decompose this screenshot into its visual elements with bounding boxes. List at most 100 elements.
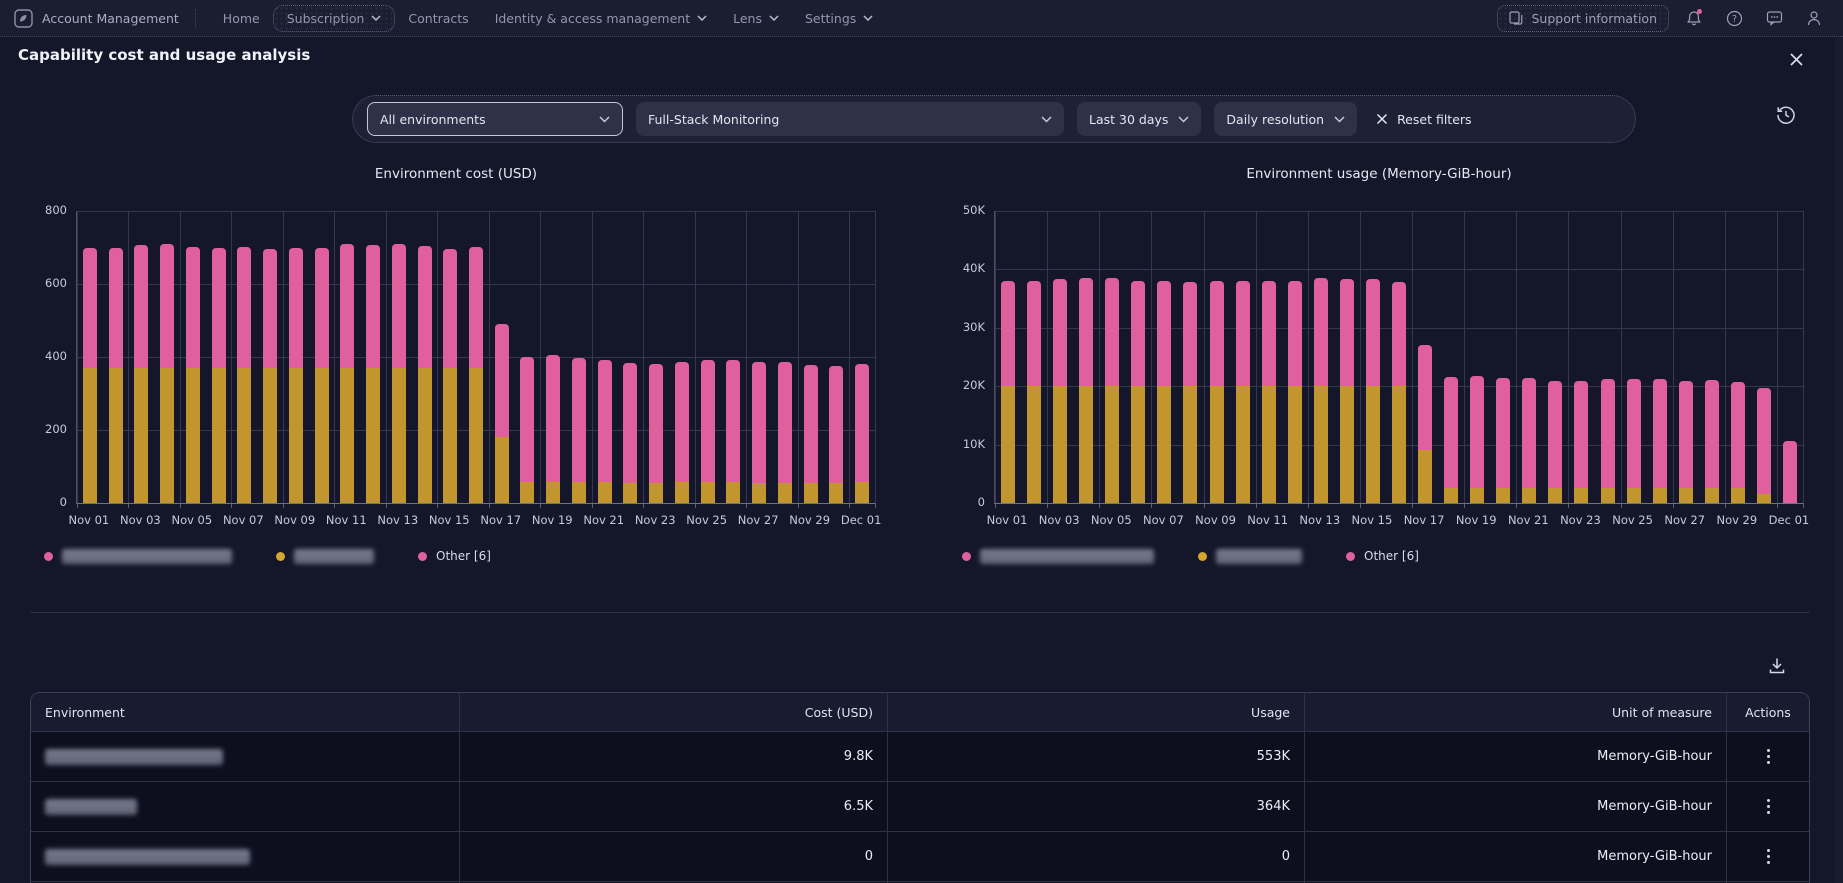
bar-segment[interactable] — [1339, 386, 1354, 503]
bar-segment[interactable] — [1574, 487, 1589, 503]
bar-segment[interactable] — [1105, 386, 1120, 503]
nav-item-subscription[interactable]: Subscription — [272, 4, 396, 32]
bar-segment[interactable] — [623, 363, 638, 483]
bar-segment[interactable] — [1600, 487, 1615, 503]
bar-segment[interactable] — [520, 357, 535, 482]
bar-segment[interactable] — [1470, 375, 1485, 488]
bar-segment[interactable] — [1626, 487, 1641, 503]
bar-segment[interactable] — [1131, 386, 1146, 503]
bar-segment[interactable] — [1600, 378, 1615, 488]
brand[interactable]: Account Management — [0, 8, 195, 28]
bar-segment[interactable] — [1183, 282, 1198, 387]
bar-segment[interactable] — [1027, 281, 1042, 387]
bar-segment[interactable] — [1392, 386, 1406, 503]
bar-segment[interactable] — [1365, 279, 1380, 387]
bar-segment[interactable] — [134, 244, 149, 368]
bar-segment[interactable] — [752, 482, 767, 503]
bar-segment[interactable] — [443, 248, 458, 368]
bar-segment[interactable] — [108, 247, 123, 368]
bar-segment[interactable] — [1365, 386, 1380, 503]
vertical-scrollbar[interactable] — [1835, 37, 1843, 883]
bar-segment[interactable] — [82, 367, 97, 503]
bar-segment[interactable] — [1157, 386, 1172, 503]
restore-history-button[interactable] — [1771, 100, 1801, 130]
bar-segment[interactable] — [288, 247, 303, 368]
bar-segment[interactable] — [829, 366, 844, 483]
bar-segment[interactable] — [1704, 379, 1719, 488]
bar-segment[interactable] — [674, 362, 689, 482]
bar-segment[interactable] — [263, 248, 278, 368]
bar-segment[interactable] — [571, 358, 586, 482]
bar-segment[interactable] — [726, 360, 741, 482]
bar-segment[interactable] — [520, 481, 535, 503]
bar-segment[interactable] — [1053, 279, 1068, 387]
bar-segment[interactable] — [1470, 487, 1485, 503]
bar-segment[interactable] — [160, 243, 175, 368]
bar-segment[interactable] — [185, 367, 200, 503]
bar-segment[interactable] — [469, 367, 483, 503]
bar-segment[interactable] — [494, 324, 509, 438]
bar-segment[interactable] — [1522, 378, 1537, 488]
reset-filters-button[interactable]: Reset filters — [1370, 112, 1477, 127]
bar-segment[interactable] — [340, 367, 355, 503]
bar-segment[interactable] — [288, 367, 303, 503]
bar-segment[interactable] — [777, 362, 792, 483]
bar-segment[interactable] — [417, 245, 432, 368]
bar-segment[interactable] — [1652, 487, 1667, 503]
bar-segment[interactable] — [1574, 380, 1589, 488]
bar-segment[interactable] — [82, 247, 97, 368]
bar-segment[interactable] — [1496, 378, 1511, 488]
bar-segment[interactable] — [1183, 386, 1198, 503]
bar-segment[interactable] — [366, 367, 381, 503]
bar-segment[interactable] — [803, 364, 818, 483]
bar-segment[interactable] — [494, 437, 509, 503]
bar-segment[interactable] — [1652, 378, 1667, 488]
bar-segment[interactable] — [340, 243, 355, 368]
bar-segment[interactable] — [1444, 487, 1459, 503]
bar-segment[interactable] — [1756, 493, 1771, 503]
bar-segment[interactable] — [211, 247, 226, 368]
legend-item[interactable]: Other [6] — [1346, 549, 1419, 563]
nav-item-lens[interactable]: Lens — [720, 6, 792, 31]
bar-segment[interactable] — [263, 367, 278, 503]
bar-segment[interactable] — [391, 367, 406, 503]
bar-segment[interactable] — [571, 481, 586, 503]
column-header-usage[interactable]: Usage — [888, 693, 1305, 731]
bar-segment[interactable] — [1730, 487, 1745, 503]
bar-segment[interactable] — [1756, 387, 1771, 494]
bar-segment[interactable] — [417, 367, 432, 503]
bar-segment[interactable] — [1261, 386, 1276, 503]
bar-segment[interactable] — [314, 247, 329, 368]
bar-segment[interactable] — [1392, 282, 1406, 387]
bar-segment[interactable] — [1782, 441, 1797, 503]
bar-segment[interactable] — [1313, 278, 1328, 387]
row-actions-menu-button[interactable] — [1761, 843, 1776, 870]
bar-segment[interactable] — [1079, 278, 1094, 387]
help-button[interactable]: ? — [1719, 5, 1749, 31]
bar-segment[interactable] — [1418, 345, 1433, 451]
bar-segment[interactable] — [1053, 386, 1068, 503]
bar-segment[interactable] — [211, 367, 226, 503]
legend-item[interactable] — [962, 548, 1154, 564]
bar-segment[interactable] — [1444, 376, 1459, 488]
bar-segment[interactable] — [726, 481, 741, 503]
bar-segment[interactable] — [829, 482, 844, 503]
row-actions-menu-button[interactable] — [1761, 743, 1776, 770]
bar-segment[interactable] — [1209, 386, 1224, 503]
bar-segment[interactable] — [1496, 487, 1511, 503]
bar-segment[interactable] — [700, 481, 715, 503]
column-header-environment[interactable]: Environment — [31, 693, 460, 731]
bar-segment[interactable] — [597, 481, 612, 503]
bar-segment[interactable] — [1704, 487, 1719, 503]
bar-segment[interactable] — [649, 482, 664, 503]
bar-segment[interactable] — [237, 367, 252, 503]
nav-item-identity-access[interactable]: Identity & access management — [482, 6, 720, 31]
bar-segment[interactable] — [469, 246, 483, 368]
bar-segment[interactable] — [1678, 487, 1693, 503]
legend-item[interactable]: Other [6] — [418, 549, 491, 563]
bar-segment[interactable] — [1261, 281, 1276, 387]
bar-segment[interactable] — [1548, 380, 1563, 488]
bar-segment[interactable] — [1001, 386, 1016, 503]
close-button[interactable] — [1783, 46, 1809, 72]
row-actions-menu-button[interactable] — [1761, 793, 1776, 820]
